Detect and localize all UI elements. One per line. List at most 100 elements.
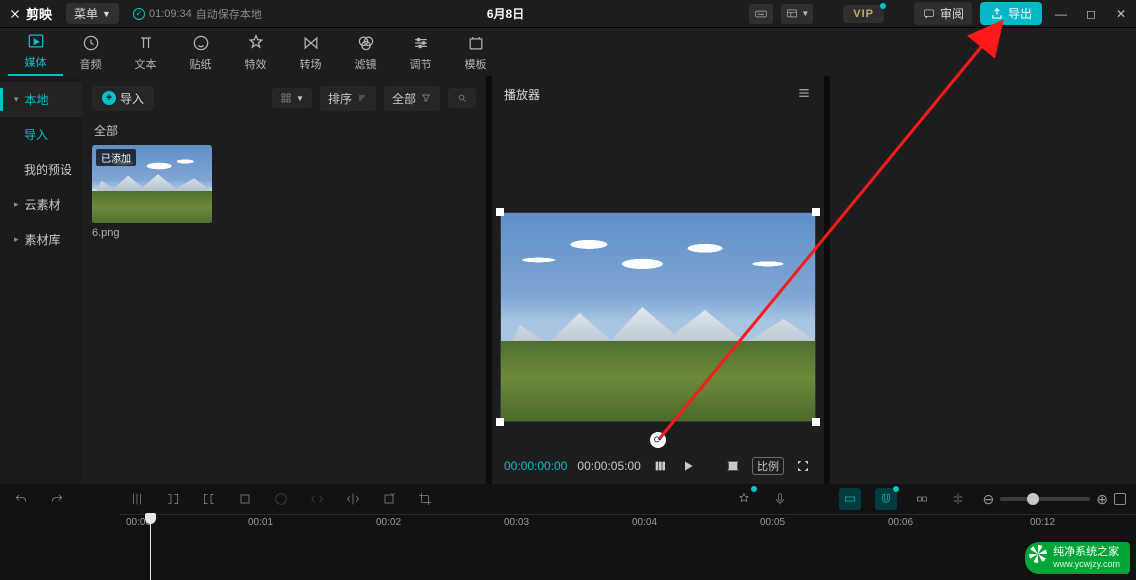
cut-left-button[interactable] [162, 488, 184, 510]
timeline-tracks[interactable] [0, 534, 1136, 580]
keyboard-button[interactable] [749, 4, 773, 24]
safezone-button[interactable] [724, 457, 742, 475]
maximize-button[interactable]: ◻ [1080, 7, 1102, 21]
prev-frame-button[interactable] [651, 457, 669, 475]
review-button[interactable]: 审阅 [914, 2, 972, 25]
zoom-slider[interactable] [1000, 497, 1090, 501]
sort-icon [356, 92, 368, 104]
chevron-right-icon: ▸ [14, 234, 19, 245]
filter-button[interactable]: 全部 [384, 86, 440, 111]
minimize-button[interactable]: — [1050, 7, 1072, 21]
chevron-right-icon: ▸ [14, 199, 19, 210]
player-canvas[interactable]: ⟳ [500, 212, 816, 422]
view-grid-button[interactable]: ▼ [272, 88, 312, 108]
fullscreen-icon [795, 458, 811, 474]
assets-nav: ▾ 本地 导入 我的预设 ▸ 云素材 ▸ 素材库 [0, 76, 82, 484]
zoom-knob[interactable] [1027, 493, 1039, 505]
magic-icon [736, 491, 752, 507]
cut-left-icon [165, 491, 181, 507]
ruler-tick: 00:06 [888, 517, 913, 528]
redo-button[interactable] [46, 488, 68, 510]
import-button[interactable]: + 导入 [92, 86, 154, 111]
cut-right-button[interactable] [198, 488, 220, 510]
thumb-image: 已添加 [92, 145, 212, 223]
tab-text[interactable]: 文本 [118, 32, 173, 76]
layout-button[interactable]: ▼ [781, 4, 813, 24]
tab-template[interactable]: 模板 [448, 32, 503, 76]
delete-button[interactable] [234, 488, 256, 510]
link-icon [914, 491, 930, 507]
tab-media[interactable]: 媒体 [8, 30, 63, 76]
tab-filter[interactable]: 滤镜 [338, 32, 393, 76]
ruler-tick: 00:03 [504, 517, 529, 528]
tab-transition[interactable]: 转场 [283, 32, 338, 76]
layout-icon [785, 7, 799, 21]
split-icon [129, 491, 145, 507]
magic-button[interactable] [733, 488, 755, 510]
resize-handle[interactable] [812, 208, 820, 216]
play-button[interactable] [679, 457, 697, 475]
rotate-button[interactable] [378, 488, 400, 510]
fullscreen-button[interactable] [794, 457, 812, 475]
sort-button[interactable]: 排序 [320, 86, 376, 111]
nav-cloud[interactable]: ▸ 云素材 [0, 187, 82, 222]
split-button[interactable] [126, 488, 148, 510]
tool-tabs: 媒体 音频 文本 贴纸 特效 转场 滤镜 调节 模板 [0, 28, 1136, 76]
asset-thumb[interactable]: 已添加 6.png [92, 145, 476, 239]
speed-button[interactable] [270, 488, 292, 510]
zoom-fit-button[interactable] [1114, 493, 1126, 505]
nav-local[interactable]: ▾ 本地 [0, 82, 82, 117]
reverse-button[interactable] [306, 488, 328, 510]
nav-library[interactable]: ▸ 素材库 [0, 222, 82, 257]
ratio-button[interactable]: 比例 [752, 457, 784, 475]
track-magnet-button[interactable] [875, 488, 897, 510]
asset-section-title: 全部 [92, 112, 476, 145]
player-menu-button[interactable] [796, 85, 812, 104]
autosave-time: 01:09:34 [149, 8, 192, 20]
track-main-button[interactable] [839, 488, 861, 510]
export-icon [990, 7, 1004, 21]
project-title: 6月8日 [272, 5, 740, 22]
tab-audio[interactable]: 音频 [63, 32, 118, 76]
crop-button[interactable] [414, 488, 436, 510]
mirror-button[interactable] [342, 488, 364, 510]
resize-handle[interactable] [496, 418, 504, 426]
track-icon [842, 491, 858, 507]
track-lock-button[interactable] [911, 488, 933, 510]
reverse-icon [309, 491, 325, 507]
added-tag: 已添加 [96, 149, 136, 166]
playhead[interactable] [150, 514, 151, 580]
resize-handle[interactable] [496, 208, 504, 216]
timecode-total: 00:00:05:00 [577, 459, 640, 473]
nav-preset[interactable]: 我的预设 [0, 152, 82, 187]
resize-handle[interactable] [812, 418, 820, 426]
timeline-ruler[interactable]: 00:00 00:01 00:02 00:03 00:04 00:05 00:0… [120, 514, 1136, 534]
cut-icon [8, 7, 22, 21]
player-title: 播放器 [504, 86, 540, 103]
tab-effect[interactable]: 特效 [228, 32, 283, 76]
close-button[interactable]: ✕ [1110, 7, 1132, 21]
hamburger-icon [796, 85, 812, 101]
export-button[interactable]: 导出 [980, 2, 1042, 25]
vip-badge[interactable]: VIP [843, 5, 884, 23]
mic-button[interactable] [769, 488, 791, 510]
undo-button[interactable] [10, 488, 32, 510]
nav-import[interactable]: 导入 [0, 117, 82, 152]
tab-sticker[interactable]: 贴纸 [173, 32, 228, 76]
timeline: ⊖ ⊕ 00:00 00:01 00:02 00:03 00:04 00:05 … [0, 484, 1136, 580]
track-align-button[interactable] [947, 488, 969, 510]
zoom-out-button[interactable]: ⊖ [983, 491, 995, 508]
chevron-down-icon: ▾ [14, 94, 19, 105]
ruler-tick: 00:01 [248, 517, 273, 528]
search-button[interactable] [448, 88, 476, 108]
media-icon [25, 30, 47, 52]
tab-adjust[interactable]: 调节 [393, 32, 448, 76]
menu-button[interactable]: 菜单 ▼ [66, 3, 119, 24]
main-area: ▾ 本地 导入 我的预设 ▸ 云素材 ▸ 素材库 + 导入 [0, 76, 1136, 484]
ruler-tick: 00:04 [632, 517, 657, 528]
chevron-down-icon: ▼ [102, 9, 111, 19]
zoom-in-button[interactable]: ⊕ [1096, 491, 1108, 508]
transition-icon [300, 32, 322, 54]
rotate-handle[interactable]: ⟳ [650, 432, 666, 448]
template-icon [465, 32, 487, 54]
